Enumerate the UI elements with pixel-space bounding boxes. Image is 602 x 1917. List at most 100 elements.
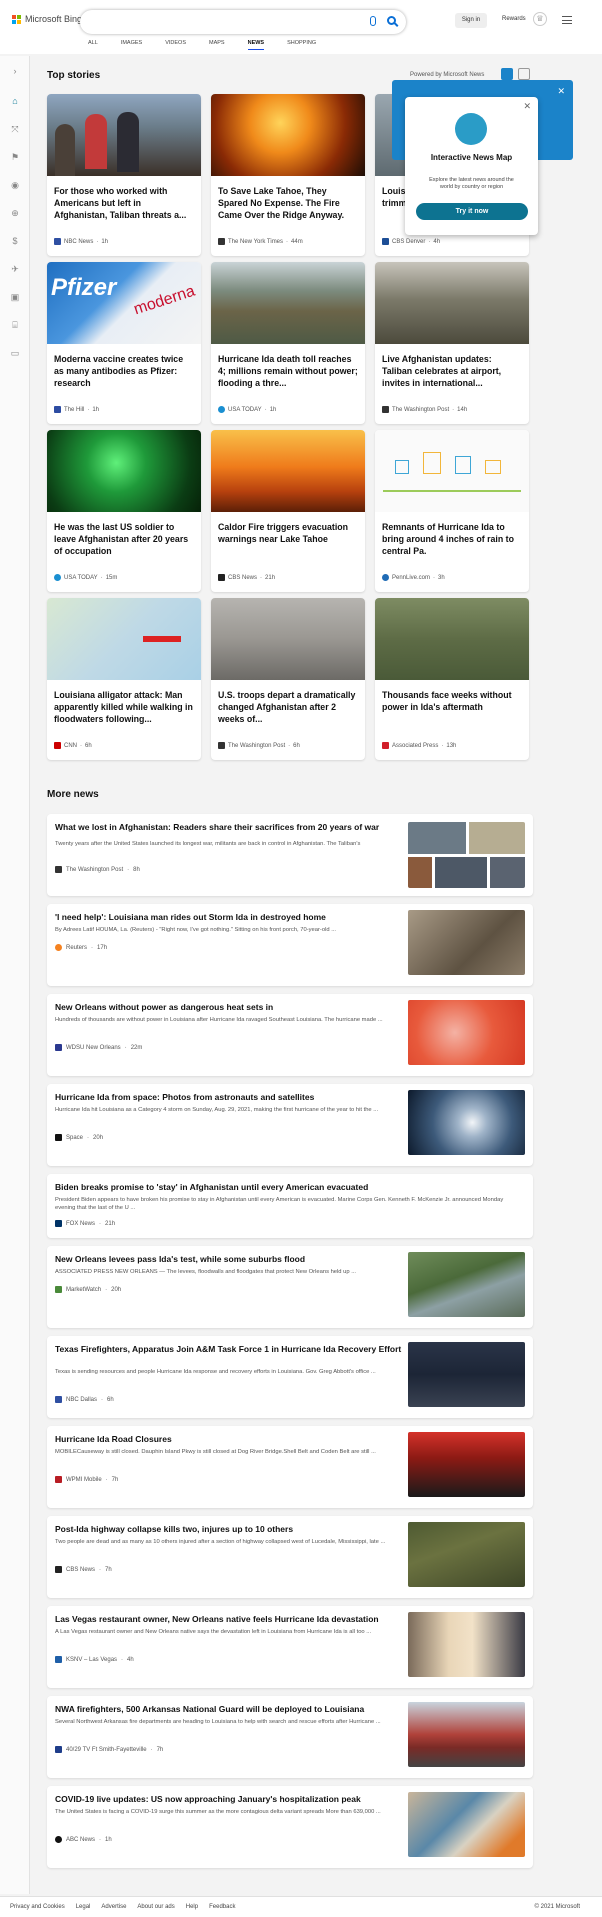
story-card[interactable]: U.S. troops depart a dramatically change… — [211, 598, 365, 760]
trophy-icon[interactable]: ♕ — [533, 12, 547, 26]
money-icon[interactable]: ▭ — [10, 348, 20, 358]
news-snippet: Texas is sending resources and people Hu… — [55, 1369, 376, 1375]
business-icon[interactable]: $ — [10, 236, 20, 246]
menu-icon[interactable] — [562, 16, 572, 24]
story-source: PennLive.com · 3h — [382, 574, 445, 581]
privacy-link[interactable]: Privacy and Cookies — [10, 1904, 65, 1910]
story-title: Hurricane Ida death toll reaches 4; mill… — [218, 354, 358, 388]
flag-icon[interactable]: ⚑ — [10, 152, 20, 162]
science-icon[interactable]: ✈ — [10, 264, 20, 274]
news-source: WDSU New Orleans · 22m — [55, 1044, 142, 1051]
about-ads-link[interactable]: About our ads — [137, 1904, 174, 1910]
story-source: The Washington Post · 6h — [218, 742, 300, 749]
copyright: © 2021 Microsoft — [534, 1904, 580, 1910]
microsoft-logo-icon — [12, 14, 21, 24]
advertise-link[interactable]: Advertise — [101, 1904, 126, 1910]
story-card[interactable]: Pfizer moderna Moderna vaccine creates t… — [47, 262, 201, 424]
tab-images[interactable]: IMAGES — [121, 40, 142, 50]
news-item[interactable]: Biden breaks promise to 'stay' in Afghan… — [47, 1174, 533, 1238]
story-source: CBS Denver · 4h — [382, 238, 440, 245]
news-snippet: Hundreds of thousands are without power … — [55, 1017, 383, 1023]
news-item[interactable]: COVID-19 live updates: US now approachin… — [47, 1786, 533, 1868]
top-stories-heading: Top stories — [47, 70, 101, 81]
tab-shopping[interactable]: SHOPPING — [287, 40, 316, 50]
news-item[interactable]: Post-Ida highway collapse kills two, inj… — [47, 1516, 533, 1598]
story-card[interactable]: Caldor Fire triggers evacuation warnings… — [211, 430, 365, 592]
story-title: U.S. troops depart a dramatically change… — [218, 690, 356, 724]
tab-news[interactable]: NEWS — [247, 40, 264, 50]
trending-icon[interactable]: ⤧ — [10, 124, 20, 134]
story-card[interactable]: Thousands face weeks without power in Id… — [375, 598, 529, 760]
search-input[interactable] — [80, 10, 406, 34]
moderna-logo-image: moderna — [131, 282, 198, 319]
publisher-logo-icon — [54, 742, 61, 749]
story-image — [211, 262, 365, 344]
story-source: The New York Times · 44m — [218, 238, 303, 245]
publisher-logo-icon — [55, 1134, 62, 1141]
news-title: Hurricane Ida from space: Photos from as… — [55, 1092, 315, 1102]
news-title: Texas Firefighters, Apparatus Join A&M T… — [55, 1344, 402, 1354]
location-icon[interactable]: ◉ — [10, 180, 20, 190]
story-source: NBC News · 1h — [54, 238, 108, 245]
news-item[interactable]: Hurricane Ida from space: Photos from as… — [47, 1084, 533, 1166]
story-card[interactable]: Remnants of Hurricane Ida to bring aroun… — [375, 430, 529, 592]
story-card[interactable]: For those who worked with Americans but … — [47, 94, 201, 256]
feedback-link[interactable]: Feedback — [209, 1904, 235, 1910]
bing-logo[interactable]: Microsoft Bing — [12, 14, 82, 24]
footer: Privacy and Cookies Legal Advertise Abou… — [0, 1896, 602, 1917]
news-item[interactable]: Hurricane Ida Road Closures MOBILECausew… — [47, 1426, 533, 1508]
expand-icon[interactable]: › — [10, 66, 20, 76]
story-card[interactable]: Live Afghanistan updates: Taliban celebr… — [375, 262, 529, 424]
politics-icon[interactable]: ⌸ — [10, 320, 20, 330]
news-source: ABC News · 1h — [55, 1836, 112, 1843]
tab-maps[interactable]: MAPS — [209, 40, 225, 50]
publisher-logo-icon — [218, 742, 225, 749]
legal-link[interactable]: Legal — [76, 1904, 91, 1910]
news-item[interactable]: New Orleans levees pass Ida's test, whil… — [47, 1246, 533, 1328]
news-thumbnail — [408, 910, 525, 975]
story-title: For those who worked with Americans but … — [54, 186, 187, 220]
rewards-link[interactable]: Rewards — [502, 16, 526, 22]
sign-in-button[interactable]: Sign in — [455, 13, 487, 28]
story-card[interactable]: To Save Lake Tahoe, They Spared No Expen… — [211, 94, 365, 256]
story-image — [211, 94, 365, 176]
news-source: NBC Dallas · 6h — [55, 1396, 114, 1403]
news-title: Biden breaks promise to 'stay' in Afghan… — [55, 1182, 369, 1192]
microphone-icon[interactable] — [370, 16, 376, 26]
news-item[interactable]: Texas Firefighters, Apparatus Join A&M T… — [47, 1336, 533, 1418]
search-icon[interactable] — [387, 16, 396, 25]
help-link[interactable]: Help — [186, 1904, 198, 1910]
news-map-popup: ✕ Interactive News Map Explore the lates… — [405, 97, 538, 235]
news-snippet: MOBILECauseway is still closed. Dauphin … — [55, 1449, 376, 1455]
publisher-logo-icon — [55, 1044, 62, 1051]
story-title: Thousands face weeks without power in Id… — [382, 690, 512, 712]
entertainment-icon[interactable]: ▣ — [10, 292, 20, 302]
close-popup-icon[interactable]: ✕ — [523, 101, 531, 112]
news-item[interactable]: Las Vegas restaurant owner, New Orleans … — [47, 1606, 533, 1688]
map-view-icon[interactable] — [518, 68, 530, 80]
publisher-logo-icon — [54, 574, 61, 581]
tab-all[interactable]: ALL — [88, 40, 98, 50]
publisher-logo-icon — [55, 1286, 62, 1293]
news-snippet: President Biden appears to have broken h… — [55, 1197, 504, 1211]
news-title: New Orleans levees pass Ida's test, whil… — [55, 1254, 306, 1264]
tab-videos[interactable]: VIDEOS — [165, 40, 186, 50]
news-title: Hurricane Ida Road Closures — [55, 1434, 172, 1444]
news-item[interactable]: NWA firefighters, 500 Arkansas National … — [47, 1696, 533, 1778]
news-item[interactable]: 'I need help': Louisiana man rides out S… — [47, 904, 533, 986]
news-item[interactable]: New Orleans without power as dangerous h… — [47, 994, 533, 1076]
publisher-logo-icon — [382, 238, 389, 245]
home-icon[interactable]: ⌂ — [10, 96, 20, 106]
story-card[interactable]: Louisiana alligator attack: Man apparent… — [47, 598, 201, 760]
story-card[interactable]: Hurricane Ida death toll reaches 4; mill… — [211, 262, 365, 424]
try-it-now-button[interactable]: Try it now — [416, 203, 528, 220]
world-icon[interactable]: ⊕ — [10, 208, 20, 218]
grid-view-icon[interactable] — [501, 68, 513, 80]
publisher-logo-icon — [55, 1656, 62, 1663]
news-thumbnail — [408, 1792, 525, 1857]
close-banner-icon[interactable]: ✕ — [557, 86, 565, 97]
publisher-logo-icon — [218, 406, 225, 413]
story-source: CNN · 6h — [54, 742, 92, 749]
news-item[interactable]: What we lost in Afghanistan: Readers sha… — [47, 814, 533, 896]
story-card[interactable]: He was the last US soldier to leave Afgh… — [47, 430, 201, 592]
